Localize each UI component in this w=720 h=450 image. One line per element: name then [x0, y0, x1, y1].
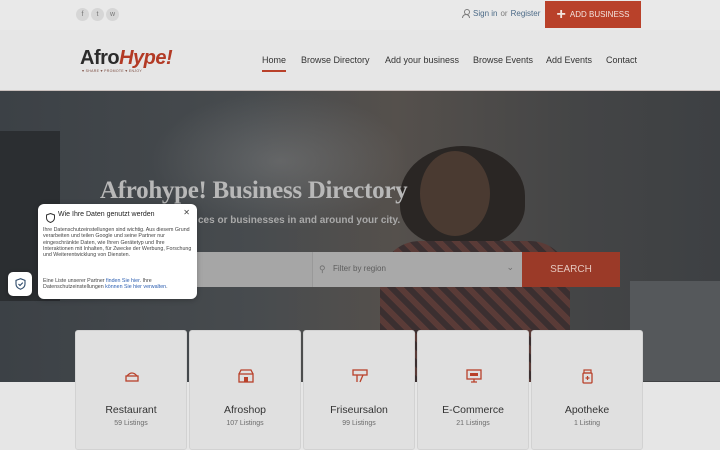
category-card-restaurant[interactable]: Restaurant 59 Listings — [75, 330, 187, 450]
category-name: Restaurant — [105, 404, 157, 416]
category-name: Afroshop — [223, 404, 267, 416]
or-text: or — [500, 9, 508, 18]
hero-laptop-image — [630, 281, 720, 381]
site-logo[interactable]: AfroHype! — [80, 47, 173, 70]
nav-add-events[interactable]: Add Events — [546, 55, 592, 65]
whatsapp-icon[interactable]: w — [106, 8, 119, 21]
privacy-popup: Wie Ihre Daten genutzt werden ✕ Ihre Dat… — [38, 204, 197, 299]
nav-add-business[interactable]: Add your business — [385, 55, 459, 65]
add-business-label: ADD BUSINESS — [569, 10, 630, 19]
top-bar: f t w Sign in or Register + ADD BUSINESS — [0, 0, 720, 30]
region-filter-select[interactable]: ⚲ Filter by region ⌄ — [312, 252, 522, 287]
search-button[interactable]: SEARCH — [522, 252, 620, 287]
account-links: Sign in or Register — [462, 9, 540, 18]
category-count: 1 Listing — [573, 420, 601, 427]
close-icon[interactable]: ✕ — [183, 208, 190, 217]
ecommerce-icon — [466, 368, 482, 384]
shield-check-icon — [14, 278, 26, 290]
partners-link[interactable]: finden Sie hier — [106, 278, 140, 284]
sign-in-link[interactable]: Sign in — [473, 9, 497, 18]
plus-icon: + — [556, 5, 566, 23]
salon-icon — [352, 368, 368, 384]
add-business-button[interactable]: + ADD BUSINESS — [545, 1, 641, 28]
popup-text-part: Eine Liste unserer Partner — [43, 278, 107, 284]
nav-browse-directory[interactable]: Browse Directory — [301, 55, 370, 65]
category-card-ecommerce[interactable]: E-Commerce 21 Listings — [417, 330, 529, 450]
restaurant-icon — [124, 368, 140, 384]
privacy-popup-links: Eine Liste unserer Partner finden Sie hi… — [43, 278, 193, 291]
hero-title: Afrohype! Business Directory — [100, 177, 408, 204]
nav-browse-events[interactable]: Browse Events — [473, 55, 533, 65]
logo-accent: Hype! — [119, 47, 173, 69]
hero-subtitle: ces or businesses in and around your cit… — [198, 215, 401, 226]
hero-person-face — [420, 151, 490, 236]
register-link[interactable]: Register — [511, 9, 541, 18]
manage-settings-link[interactable]: können Sie hier verwalten — [105, 284, 166, 290]
pharmacy-icon — [580, 368, 596, 384]
facebook-icon[interactable]: f — [76, 8, 89, 21]
category-card-apotheke[interactable]: Apotheke 1 Listing — [531, 330, 643, 450]
category-card-afroshop[interactable]: Afroshop 107 Listings — [189, 330, 301, 450]
shield-icon — [46, 210, 55, 228]
nav-contact[interactable]: Contact — [606, 55, 637, 65]
logo-tagline: ♥ SHARE ♥ PROMOTE ♥ ENJOY — [82, 69, 143, 73]
privacy-settings-button[interactable] — [8, 272, 32, 296]
user-icon — [462, 9, 470, 18]
chevron-down-icon: ⌄ — [506, 262, 514, 272]
category-card-friseursalon[interactable]: Friseursalon 99 Listings — [303, 330, 415, 450]
category-name: E-Commerce — [442, 404, 504, 416]
category-count: 21 Listings — [456, 420, 490, 427]
category-name: Friseursalon — [330, 404, 388, 416]
category-count: 99 Listings — [342, 420, 376, 427]
category-name: Apotheke — [564, 404, 610, 416]
main-nav: AfroHype! ♥ SHARE ♥ PROMOTE ♥ ENJOY Home… — [0, 30, 720, 91]
category-count: 107 Listings — [226, 420, 264, 427]
nav-home[interactable]: Home — [262, 55, 287, 72]
privacy-popup-text: Ihre Datenschutzeinstellungen sind wicht… — [43, 227, 192, 259]
location-pin-icon: ⚲ — [319, 264, 326, 274]
twitter-icon[interactable]: t — [91, 8, 104, 21]
category-count: 59 Listings — [114, 420, 148, 427]
shop-icon — [238, 368, 254, 384]
popup-text-part: . — [166, 284, 168, 291]
region-placeholder: Filter by region — [333, 264, 386, 273]
logo-text: Afro — [80, 47, 120, 69]
privacy-popup-title: Wie Ihre Daten genutzt werden — [58, 211, 155, 218]
